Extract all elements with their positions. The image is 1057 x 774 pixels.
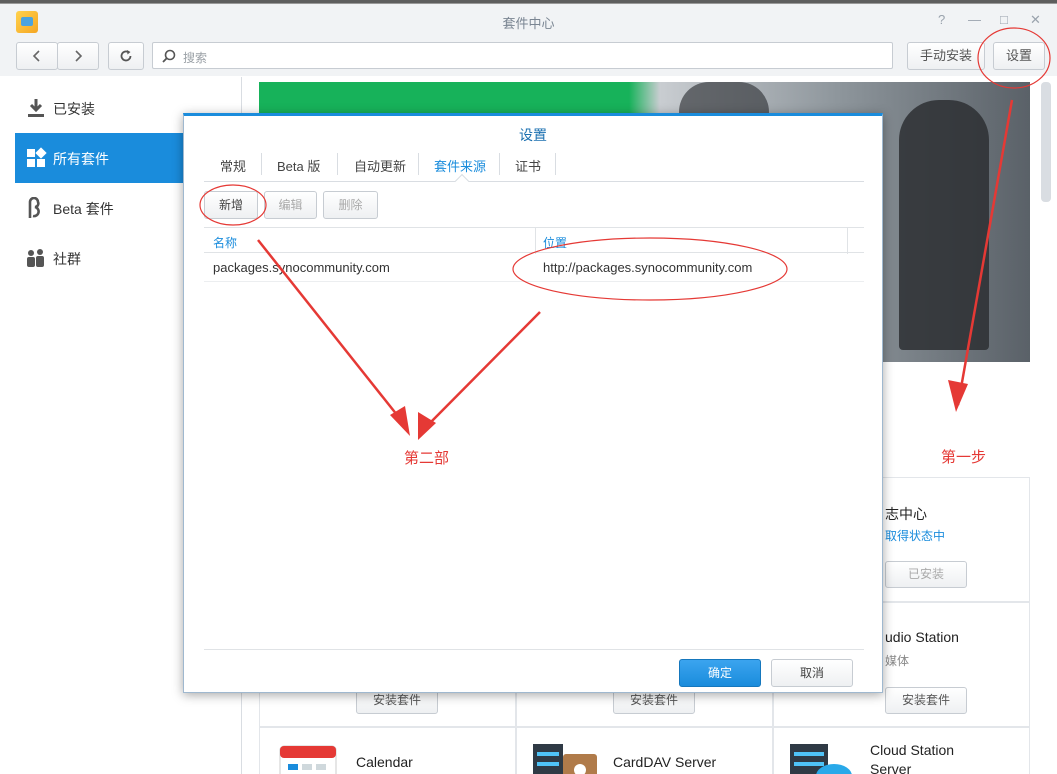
annotation-step1: 第一步: [941, 449, 987, 466]
column-header-name[interactable]: 名称: [213, 234, 237, 251]
table-row[interactable]: packages.synocommunity.com http://packag…: [204, 253, 864, 282]
grid-icon: [27, 147, 47, 167]
carddav-server-icon: [533, 744, 597, 774]
tab-beta[interactable]: Beta 版: [277, 156, 320, 175]
settings-dialog: 设置 常规 Beta 版 自动更新 套件来源 证书 新增 编辑 删除 名称 位置…: [183, 113, 883, 693]
column-divider[interactable]: [847, 228, 848, 254]
refresh-button[interactable]: [108, 42, 144, 70]
forward-button[interactable]: [57, 42, 99, 70]
package-name: CardDAV Server: [613, 754, 717, 770]
search-icon: [162, 49, 176, 63]
sidebar-item-label: 所有套件: [53, 151, 109, 167]
community-icon: [27, 249, 44, 267]
search-input[interactable]: 搜索: [152, 42, 893, 69]
package-tile[interactable]: Calendar: [259, 727, 516, 774]
minimize-icon[interactable]: —: [968, 12, 981, 27]
banner-person: [899, 100, 989, 350]
window-title: 套件中心: [502, 16, 555, 31]
tab-divider: [261, 153, 262, 175]
sidebar-item-label: Beta 套件: [53, 201, 114, 217]
tab-divider: [555, 153, 556, 175]
refresh-icon: [120, 50, 132, 62]
search-placeholder: 搜索: [183, 51, 208, 65]
source-name: packages.synocommunity.com: [213, 260, 390, 275]
title-bar: 套件中心 ? — □ ✕: [0, 4, 1057, 36]
sidebar-item-label: 社群: [53, 251, 81, 267]
dialog-tabs: 常规 Beta 版 自动更新 套件来源 证书: [204, 149, 864, 189]
package-status: 取得状态中: [885, 529, 946, 543]
dialog-footer-divider: [204, 649, 864, 650]
package-name: Calendar: [356, 754, 413, 770]
calendar-icon: [279, 745, 337, 774]
package-tile[interactable]: CardDAV Server: [516, 727, 773, 774]
column-header-location[interactable]: 位置: [543, 234, 567, 251]
beta-icon: [28, 197, 40, 218]
source-location: http://packages.synocommunity.com: [543, 260, 753, 275]
install-button[interactable]: 安装套件: [885, 687, 967, 714]
close-icon[interactable]: ✕: [1030, 12, 1041, 28]
tab-divider: [337, 153, 338, 175]
scrollbar[interactable]: [1041, 82, 1051, 202]
tab-package-sources[interactable]: 套件来源: [434, 156, 486, 175]
sidebar-item-label: 已安装: [53, 101, 95, 117]
help-icon[interactable]: ?: [938, 12, 945, 27]
delete-button[interactable]: 删除: [323, 191, 378, 219]
package-name: udio Station: [885, 629, 959, 645]
column-divider[interactable]: [535, 228, 536, 254]
tab-divider: [418, 153, 419, 175]
package-category: 媒体: [885, 654, 910, 668]
active-tab-indicator: [454, 173, 470, 189]
download-icon: [28, 99, 44, 117]
package-name: Cloud Station: [870, 742, 955, 758]
edit-button[interactable]: 编辑: [264, 191, 317, 219]
back-button[interactable]: [16, 42, 58, 70]
maximize-icon[interactable]: □: [1000, 12, 1008, 27]
tab-divider: [499, 153, 500, 175]
installed-button[interactable]: 已安装: [885, 561, 967, 588]
add-button[interactable]: 新增: [204, 191, 258, 219]
cancel-button[interactable]: 取消: [771, 659, 853, 687]
annotation-step2: 第二部: [404, 450, 450, 467]
package-tile[interactable]: Cloud Station Server: [773, 727, 1030, 774]
settings-button[interactable]: 设置: [993, 42, 1045, 70]
tab-certificate[interactable]: 证书: [515, 156, 541, 175]
cloud-station-icon: [790, 744, 852, 774]
package-name-line2: Server: [870, 761, 912, 774]
package-name: 志中心: [885, 506, 927, 522]
tab-general[interactable]: 常规: [220, 156, 246, 175]
chevron-left-icon: [32, 50, 40, 62]
dialog-title: 设置: [519, 127, 547, 143]
manual-install-button[interactable]: 手动安装: [907, 42, 985, 70]
tab-auto-update[interactable]: 自动更新: [354, 156, 406, 175]
ok-button[interactable]: 确定: [679, 659, 761, 687]
toolbar: 搜索 手动安装 设置: [0, 36, 1057, 76]
table-header: 名称 位置: [204, 227, 864, 254]
chevron-right-icon: [75, 50, 83, 62]
